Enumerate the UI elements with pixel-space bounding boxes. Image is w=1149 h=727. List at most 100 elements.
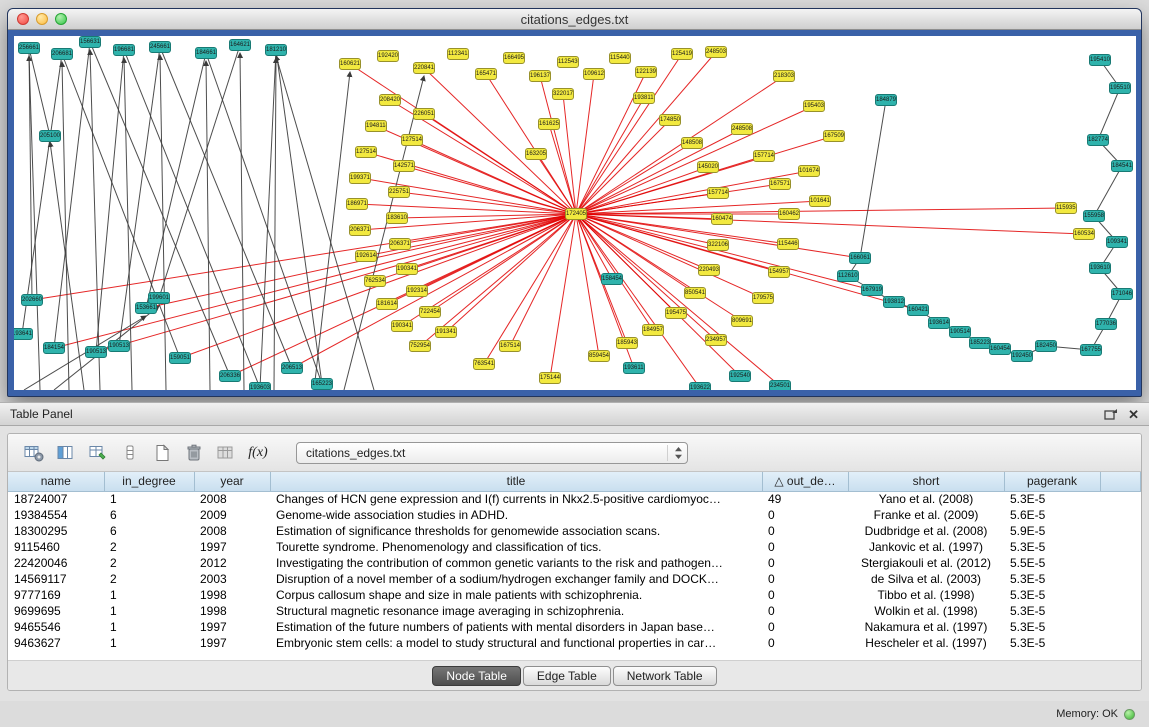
graph-node[interactable]: 1795754 (752, 292, 774, 304)
table-cell[interactable]: 5.3E-5 (1004, 603, 1100, 619)
graph-node[interactable]: 1961370 (529, 70, 551, 82)
import-table-icon[interactable] (212, 440, 240, 466)
graph-node[interactable]: 2066812 (51, 48, 73, 60)
graph-node[interactable]: 2566612 (18, 42, 40, 54)
table-cell[interactable]: Embryonic stem cells: a model to study s… (270, 635, 762, 651)
graph-node[interactable]: 1923141 (406, 285, 428, 297)
table-cell[interactable]: 2 (104, 539, 194, 555)
zoom-button[interactable] (55, 13, 67, 25)
graph-node[interactable]: 1955108 (1109, 82, 1131, 94)
graph-node[interactable]: 1849575 (642, 324, 664, 336)
table-cell[interactable]: 5.3E-5 (1004, 539, 1100, 555)
graph-node[interactable]: 1845413 (1111, 160, 1133, 172)
table-row[interactable]: 969969511998Structural magnetic resonanc… (8, 603, 1141, 619)
function-builder-icon[interactable]: f(x) (244, 440, 272, 466)
column-visibility-icon[interactable] (52, 440, 80, 466)
graph-node[interactable]: 1836102 (386, 212, 408, 224)
graph-node[interactable]: 2456612 (149, 41, 171, 53)
graph-node[interactable]: 1936142 (928, 317, 950, 329)
table-cell[interactable]: Estimation of the future numbers of pati… (270, 619, 762, 635)
graph-node[interactable]: 2260518 (413, 108, 435, 120)
graph-node[interactable]: 1993714 (349, 172, 371, 184)
table-cell[interactable]: Dudbridge et al. (2008) (848, 523, 1004, 539)
graph-node[interactable]: 1925408 (729, 370, 751, 382)
graph-node[interactable]: 2084205 (379, 94, 401, 106)
table-cell[interactable]: Wolkin et al. (1998) (848, 603, 1004, 619)
graph-node[interactable]: 2204937 (698, 264, 720, 276)
table-cell[interactable]: 1997 (194, 539, 270, 555)
graph-node[interactable]: 1679197 (861, 284, 883, 296)
table-cell[interactable]: 1 (104, 619, 194, 635)
graph-node[interactable]: 8096913 (731, 315, 753, 327)
graph-node[interactable]: 7625341 (364, 275, 386, 287)
table-cell[interactable]: 5.3E-5 (1004, 587, 1100, 603)
table-cell[interactable]: 1 (104, 491, 194, 507)
column-header-year[interactable]: year (194, 472, 270, 491)
close-panel-icon[interactable]: ✕ (1128, 408, 1139, 421)
window-titlebar[interactable]: citations_edges.txt (8, 9, 1141, 30)
graph-node[interactable]: 1654718 (475, 68, 497, 80)
graph-node[interactable]: 1936032 (249, 382, 271, 390)
table-cell[interactable]: Franke et al. (2009) (848, 507, 1004, 523)
graph-node[interactable]: 1903418 (396, 263, 418, 275)
graph-node[interactable]: 1996013 (148, 292, 170, 304)
graph-node[interactable]: 7635414 (473, 358, 495, 370)
graph-node[interactable]: 2349575 (705, 334, 727, 346)
graph-node[interactable]: 1590513 (169, 352, 191, 364)
graph-node[interactable]: 1675710 (769, 178, 791, 190)
table-cell[interactable]: Disruption of a novel member of a sodium… (270, 571, 762, 587)
graph-node[interactable]: 1913414 (435, 326, 457, 338)
table-cell[interactable]: 1 (104, 635, 194, 651)
graph-node[interactable]: 1869717 (346, 198, 368, 210)
table-cell[interactable]: Genome-wide association studies in ADHD. (270, 507, 762, 523)
graph-node[interactable]: 1954032 (803, 100, 825, 112)
table-cell[interactable]: 1 (104, 587, 194, 603)
graph-node[interactable]: 1926141 (355, 250, 377, 262)
graph-node[interactable]: 1093413 (1106, 236, 1128, 248)
table-cell[interactable]: 19384554 (8, 507, 104, 523)
graph-node[interactable]: 1652232 (311, 378, 333, 390)
column-header-in-degree[interactable]: in_degree (104, 472, 194, 491)
graph-node[interactable]: 2026605 (21, 294, 43, 306)
graph-node[interactable]: 2257512 (388, 186, 410, 198)
edit-table-icon[interactable] (84, 440, 112, 466)
network-canvas[interactable]: 1724057208420519481141275141199371418697… (14, 36, 1136, 390)
graph-node[interactable]: 2051004 (39, 130, 61, 142)
graph-node[interactable]: 1159358 (1055, 202, 1077, 214)
graph-node[interactable]: 1275147 (401, 134, 423, 146)
graph-node[interactable]: 1604743 (711, 213, 733, 225)
table-cell[interactable]: 0 (762, 523, 848, 539)
graph-node[interactable]: 2063364 (219, 370, 241, 382)
table-cell[interactable]: Hescheler et al. (1997) (848, 635, 1004, 651)
close-button[interactable] (17, 13, 29, 25)
graph-node[interactable]: 1549575 (768, 266, 790, 278)
table-row[interactable]: 946554611997Estimation of the future num… (8, 619, 1141, 635)
graph-node[interactable]: 7529541 (409, 340, 431, 352)
graph-node[interactable]: 1123418 (447, 48, 469, 60)
create-column-icon[interactable] (148, 440, 176, 466)
graph-node[interactable]: 1724057 (565, 208, 587, 220)
table-row[interactable]: 977716911998Corpus callosum shape and si… (8, 587, 1141, 603)
table-cell[interactable]: Estimation of significance thresholds fo… (270, 523, 762, 539)
graph-node[interactable]: 1936112 (623, 362, 645, 374)
graph-node[interactable]: 1577149 (753, 150, 775, 162)
table-cell[interactable]: Tourette syndrome. Phenomenology and cla… (270, 539, 762, 555)
graph-node[interactable]: 1675093 (823, 130, 845, 142)
table-cell[interactable]: 5.3E-5 (1004, 619, 1100, 635)
graph-node[interactable]: 1938129 (883, 296, 905, 308)
graph-node[interactable]: 1675141 (499, 340, 521, 352)
table-cell[interactable]: 2003 (194, 571, 270, 587)
table-cell[interactable]: 0 (762, 619, 848, 635)
graph-node[interactable]: 7224541 (419, 306, 441, 318)
graph-node[interactable]: 8594541 (588, 350, 610, 362)
graph-node[interactable]: 1677550 (1080, 344, 1102, 356)
table-cell[interactable]: 2008 (194, 523, 270, 539)
graph-node[interactable]: 1827745 (1087, 134, 1109, 146)
graph-node[interactable]: 1577147 (707, 187, 729, 199)
column-header-title[interactable]: title (270, 472, 762, 491)
column-header-pagerank[interactable]: pagerank (1004, 472, 1100, 491)
graph-node[interactable]: 1936221 (689, 382, 711, 390)
column-header-name[interactable]: name (8, 472, 104, 491)
table-row[interactable]: 911546021997Tourette syndrome. Phenomeno… (8, 539, 1141, 555)
table-cell[interactable]: 1998 (194, 603, 270, 619)
